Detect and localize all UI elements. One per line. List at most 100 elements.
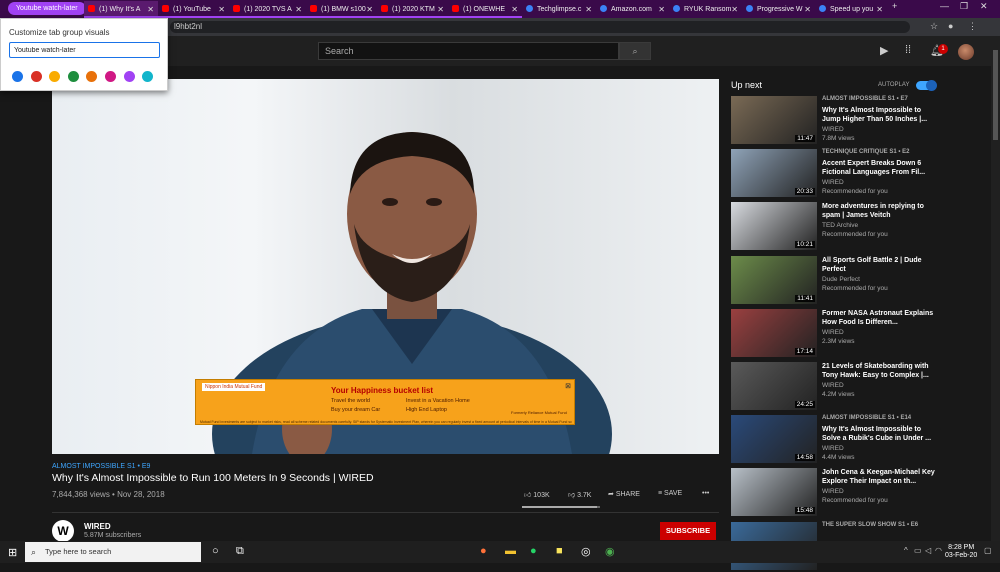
new-tab-button[interactable]: + [892, 1, 897, 11]
channel-name[interactable]: WIRED [822, 126, 844, 133]
account-icon[interactable]: ● [948, 21, 953, 31]
video-title[interactable]: 21 Levels of Skateboarding with Tony Haw… [822, 362, 937, 380]
tab-8[interactable]: RYUK Ransom ✕ [669, 1, 742, 18]
chrome-icon[interactable]: ◉ [605, 545, 615, 558]
cortana-icon[interactable]: ○ [212, 545, 219, 557]
video-series-tag[interactable]: ALMOST IMPOSSIBLE S1 • E9 [52, 463, 150, 470]
tab-5[interactable]: (1) ONEWHE ✕ [448, 1, 522, 18]
close-tab-icon[interactable]: ✕ [658, 1, 665, 18]
close-icon[interactable]: ⊠ [565, 382, 571, 390]
tab-3[interactable]: (1) BMW s100 ✕ [306, 1, 377, 18]
windows-start-icon[interactable]: ⊞ [8, 546, 17, 559]
firefox-icon[interactable]: ● [480, 545, 487, 557]
tab-9[interactable]: Progressive W ✕ [742, 1, 815, 18]
video-thumbnail[interactable]: 14:58 [731, 415, 817, 464]
close-tab-icon[interactable]: ✕ [804, 1, 811, 18]
minimize-icon[interactable]: — [940, 1, 949, 11]
up-next-item[interactable]: 24:25 21 Levels of Skateboarding with Ton… [731, 362, 941, 412]
share-button[interactable]: ➦ SHARE [608, 490, 640, 498]
video-title[interactable]: John Cena & Keegan-Michael Key Explore T… [822, 468, 937, 486]
video-thumbnail[interactable]: 15:48 [731, 468, 817, 517]
ad-banner[interactable]: Nippon India Mutual Fund Your Happiness … [195, 379, 575, 425]
video-title[interactable]: Accent Expert Breaks Down 6 Fictional La… [822, 159, 937, 177]
color-swatch[interactable] [123, 71, 135, 82]
tab-4[interactable]: (1) 2020 KTM ✕ [377, 1, 448, 18]
video-title[interactable]: Why It's Almost Impossible to Jump Highe… [822, 106, 937, 124]
app-icon[interactable]: ◎ [581, 545, 591, 558]
apps-grid-icon[interactable]: ⁞⁞ [905, 44, 911, 56]
close-tab-icon[interactable]: ✕ [511, 1, 518, 16]
color-swatch[interactable] [105, 71, 116, 82]
volume-icon[interactable]: ◁ [925, 546, 931, 555]
scrollbar-thumb[interactable] [993, 50, 998, 140]
channel-name[interactable]: Dude Perfect [822, 276, 860, 283]
channel-name[interactable]: WIRED [822, 179, 844, 186]
tab-7[interactable]: Amazon.com ✕ [596, 1, 669, 18]
dislike-button[interactable]: 👎︎ 3.7K [568, 490, 591, 499]
like-button[interactable]: 👍︎ 103K [524, 490, 550, 499]
up-next-item[interactable]: 11:47 ALMOST IMPOSSIBLE S1 • E7 Why It's A… [731, 96, 941, 146]
video-thumbnail[interactable]: 17:14 [731, 308, 817, 357]
star-icon[interactable]: ☆ [930, 21, 938, 32]
video-thumbnail[interactable]: 24:25 [731, 362, 817, 410]
tab-group-chip[interactable]: Youtube watch-later [8, 2, 86, 15]
close-tab-icon[interactable]: ✕ [295, 1, 302, 16]
channel-name[interactable]: WIRED [822, 445, 844, 452]
tab-6[interactable]: Techglimpse.c ✕ [522, 1, 596, 18]
create-video-icon[interactable]: ▶ [880, 44, 888, 57]
subscribe-button[interactable]: SUBSCRIBE [660, 522, 716, 540]
color-swatch[interactable] [30, 71, 42, 82]
sticky-notes-icon[interactable]: ■ [556, 545, 563, 557]
video-title[interactable]: More adventures in replying to spam | Ja… [822, 202, 937, 220]
up-next-item[interactable]: 11:41 All Sports Golf Battle 2 | Dude Per… [731, 255, 941, 306]
up-next-item[interactable]: 15:48 John Cena & Keegan-Michael Key Expl… [731, 468, 941, 518]
channel-name[interactable]: WIRED [84, 522, 111, 531]
save-button[interactable]: ≡ SAVE [658, 490, 682, 497]
search-icon[interactable]: ⌕ [619, 42, 651, 60]
color-swatch[interactable] [12, 71, 23, 82]
task-view-icon[interactable]: ⧉ [236, 545, 244, 558]
search-input[interactable]: Search [318, 42, 619, 60]
video-thumbnail[interactable]: 10:21 [731, 202, 817, 251]
up-next-item[interactable]: 10:21 More adventures in replying to spam… [731, 202, 941, 252]
color-swatch[interactable] [67, 71, 79, 82]
video-thumbnail[interactable]: 11:41 [731, 255, 817, 304]
video-title[interactable]: Former NASA Astronaut Explains How Food … [822, 309, 937, 327]
close-tab-icon[interactable]: ✕ [366, 1, 373, 16]
video-player[interactable]: Nippon India Mutual Fund Your Happiness … [52, 79, 719, 454]
group-name-input[interactable] [9, 42, 160, 58]
close-tab-icon[interactable]: ✕ [218, 1, 225, 16]
video-title[interactable]: Why It's Almost Impossible to Solve a Ru… [822, 425, 937, 443]
whatsapp-icon[interactable]: ● [530, 545, 537, 557]
wifi-icon[interactable]: ◠ [935, 546, 942, 555]
close-tab-icon[interactable]: ✕ [147, 1, 154, 16]
up-next-item[interactable]: 14:58 ALMOST IMPOSSIBLE S1 • E14 Why It's … [731, 415, 941, 465]
channel-name[interactable]: WIRED [822, 382, 844, 389]
tab-0[interactable]: (1) Why It's A ✕ [84, 1, 158, 18]
tray-chevron-icon[interactable]: ^ [904, 546, 908, 555]
notifications-icon[interactable]: ▢ [984, 546, 992, 555]
color-swatch[interactable] [86, 71, 98, 82]
tab-10[interactable]: Speed up you ✕ [815, 1, 887, 18]
channel-name[interactable]: TED Archive [822, 222, 858, 229]
avatar[interactable] [958, 44, 974, 60]
color-swatch[interactable] [142, 71, 154, 82]
up-next-item[interactable]: 20:33 TECHNIQUE CRITIQUE S1 • E2 Accent Ex… [731, 149, 941, 199]
up-next-item[interactable]: 17:14 Former NASA Astronaut Explains How … [731, 308, 941, 359]
address-bar[interactable]: l9hbt2nl [170, 21, 910, 33]
close-tab-icon[interactable]: ✕ [876, 1, 883, 18]
menu-icon[interactable]: ⋮ [968, 21, 977, 32]
network-icon[interactable]: ▭ [914, 546, 922, 555]
close-tab-icon[interactable]: ✕ [437, 1, 444, 16]
video-thumbnail[interactable]: 20:33 [731, 149, 817, 198]
channel-name[interactable]: WIRED [822, 329, 844, 336]
video-thumbnail[interactable]: 11:47 [731, 96, 817, 144]
clock[interactable]: 8:28 PM 03-Feb-20 [945, 544, 977, 560]
close-window-icon[interactable]: ✕ [980, 1, 988, 12]
file-explorer-icon[interactable]: ▬ [505, 545, 516, 557]
channel-name[interactable]: WIRED [822, 488, 844, 495]
channel-logo[interactable]: W [52, 520, 74, 542]
taskbar-search[interactable]: ⌕ Type here to search [25, 542, 201, 562]
close-tab-icon[interactable]: ✕ [731, 1, 738, 18]
close-tab-icon[interactable]: ✕ [585, 1, 592, 18]
